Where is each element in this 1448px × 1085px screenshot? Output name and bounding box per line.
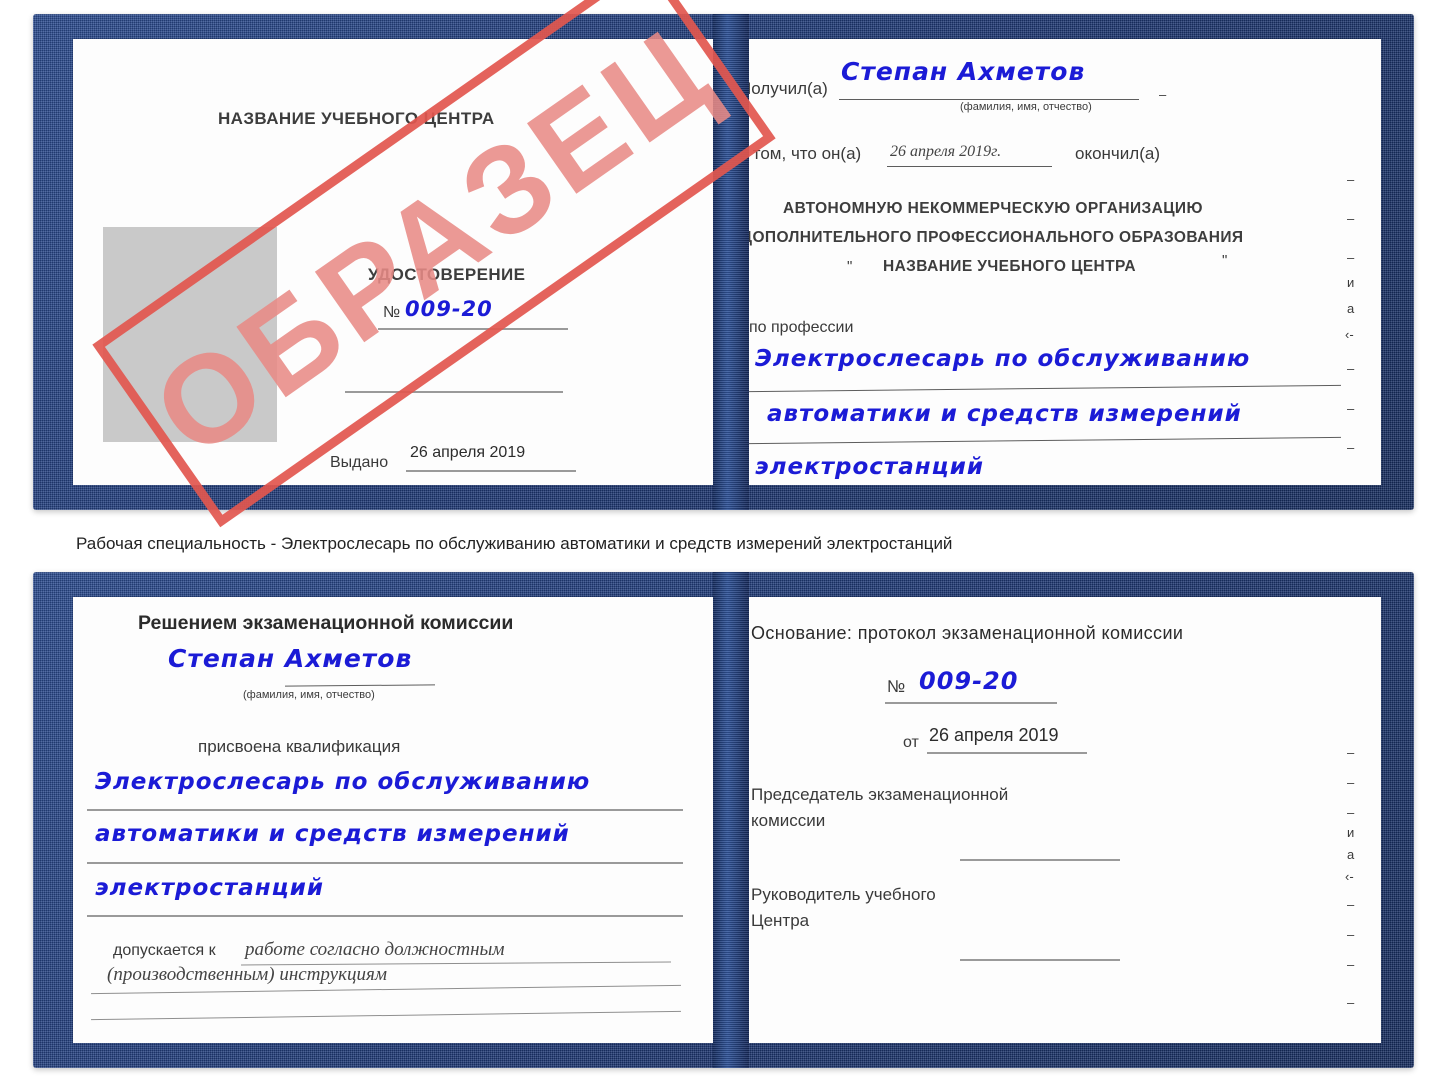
qualification-line-1: Электрослесарь по обслуживанию [95, 769, 591, 795]
edge-mark-8: – [1347, 401, 1355, 416]
commission-decision-heading: Решением экзаменационной комиссии [138, 612, 514, 634]
protocol-date-label: от [903, 734, 919, 751]
edge-mark-7: – [1347, 361, 1355, 376]
finished-label: окончил(а) [1075, 144, 1160, 163]
commission-name-value: Степан Ахметов [168, 644, 413, 673]
edge-mark-2: – [1347, 211, 1355, 226]
edge-mark-b2: – [1347, 775, 1355, 790]
edge-mark-1: – [1347, 172, 1355, 187]
profession-line-3: электростанций [755, 454, 984, 480]
edge-mark-b5: а [1347, 847, 1355, 862]
edge-mark-b7: – [1347, 897, 1355, 912]
organization-line-2: ДОПОЛНИТЕЛЬНОГО ПРОФЕССИОНАЛЬНОГО ОБРАЗО… [741, 229, 1244, 246]
basis-label: Основание: протокол экзаменационной коми… [751, 623, 1184, 643]
organization-quote-close: " [1222, 252, 1228, 269]
edge-mark-top: – [1159, 87, 1167, 102]
received-rule [839, 99, 1139, 100]
organization-quote-open: " [847, 258, 853, 275]
that-he-value: 26 апреля 2019г. [890, 143, 1002, 160]
head-line-1: Руководитель учебного [751, 885, 936, 904]
edge-mark-5: а [1347, 301, 1355, 316]
protocol-number-label: № [887, 677, 906, 696]
head-line-2: Центра [751, 911, 810, 930]
admitted-rule-3 [91, 1010, 681, 1021]
head-signature-rule [960, 959, 1120, 961]
qualification-rule-3 [87, 915, 683, 917]
qualification-line-2: автоматики и средств измерений [95, 821, 570, 847]
blank-rule-middle [345, 391, 563, 393]
issued-value: 26 апреля 2019 [410, 444, 526, 461]
admitted-rule-2 [91, 984, 681, 995]
fio-hint-two: (фамилия, имя, отчество) [243, 689, 375, 701]
commission-name-rule [284, 684, 436, 687]
photo-placeholder [103, 227, 277, 442]
admitted-rule-1 [241, 961, 671, 966]
edge-mark-b3: – [1347, 805, 1355, 820]
training-center-name-top: НАЗВАНИЕ УЧЕБНОГО ЦЕНТРА [218, 109, 495, 128]
protocol-date-rule [927, 752, 1087, 754]
received-value: Степан Ахметов [841, 57, 1086, 86]
that-he-label: в том, что он(а) [739, 144, 862, 163]
issued-label: Выдано [330, 454, 389, 471]
chairman-signature-rule [960, 859, 1120, 861]
certificate-two-right-page: Основание: протокол экзаменационной коми… [735, 597, 1381, 1043]
profession-line-1: Электрослесарь по обслуживанию [755, 346, 1251, 372]
edge-mark-3: – [1347, 250, 1355, 265]
certificate-one-left-page: НАЗВАНИЕ УЧЕБНОГО ЦЕНТРА УДОСТОВЕРЕНИЕ №… [73, 39, 714, 485]
edge-mark-b8: – [1347, 927, 1355, 942]
qualification-line-3: электростанций [95, 875, 324, 901]
fio-hint-one: (фамилия, имя, отчество) [960, 101, 1092, 113]
certificate-number-rule [378, 328, 568, 330]
edge-mark-b1: – [1347, 745, 1355, 760]
qualification-rule-1 [87, 809, 683, 811]
organization-line-3: НАЗВАНИЕ УЧЕБНОГО ЦЕНТРА [883, 258, 1136, 275]
admitted-value-line-2: (производственным) инструкциям [107, 964, 387, 985]
profession-label: по профессии [749, 319, 854, 336]
qualification-label: присвоена квалификация [198, 737, 401, 756]
admitted-label: допускается к [113, 942, 216, 959]
admitted-value-line-1: работе согласно должностным [245, 939, 505, 960]
protocol-number-rule [885, 702, 1057, 704]
edge-mark-b9: – [1347, 957, 1355, 972]
page-caption: Рабочая специальность - Электрослесарь п… [76, 534, 953, 553]
edge-mark-9: – [1347, 440, 1355, 455]
certificate-number-label: № [383, 304, 401, 321]
qualification-rule-2 [87, 862, 683, 864]
edge-mark-b6: ‹- [1345, 869, 1354, 884]
protocol-date-value: 26 апреля 2019 [929, 725, 1059, 745]
certificate-number-value: 009-20 [405, 297, 493, 321]
chairman-line-2: комиссии [751, 811, 826, 830]
certificate-two-left-page: Решением экзаменационной комиссии Степан… [73, 597, 714, 1043]
certificate-one-spine [713, 14, 749, 510]
edge-mark-4: и [1347, 275, 1355, 290]
profession-line-2: автоматики и средств измерений [767, 401, 1242, 427]
that-he-rule [887, 166, 1052, 167]
edge-mark-b10: – [1347, 995, 1355, 1010]
organization-line-1: АВТОНОМНУЮ НЕКОММЕРЧЕСКУЮ ОРГАНИЗАЦИЮ [783, 200, 1203, 217]
issued-rule [406, 470, 576, 472]
certificate-one-right-page: Получил(а) Степан Ахметов (фамилия, имя,… [735, 39, 1381, 485]
edge-mark-6: ‹- [1345, 327, 1354, 342]
profession-rule-1 [749, 384, 1341, 393]
protocol-number-value: 009-20 [919, 667, 1019, 695]
certificate-title: УДОСТОВЕРЕНИЕ [368, 265, 526, 284]
chairman-line-1: Председатель экзаменационной [751, 785, 1009, 804]
profession-rule-2 [749, 436, 1341, 445]
received-label: Получил(а) [739, 79, 828, 98]
certificate-two-spine [713, 572, 749, 1068]
edge-mark-b4: и [1347, 825, 1355, 840]
